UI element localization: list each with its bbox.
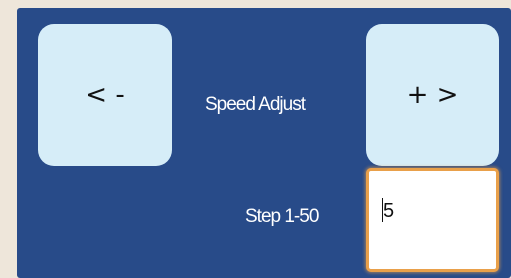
speed-control-panel: < - Speed Adjust + > Step 1-50 5 [17, 8, 511, 278]
step-input-value: 5 [383, 200, 395, 222]
increase-speed-button[interactable]: + > [366, 24, 499, 166]
speed-adjust-label: Speed Adjust [205, 94, 306, 115]
decrease-speed-button[interactable]: < - [38, 24, 172, 166]
step-range-label: Step 1-50 [245, 206, 319, 227]
step-input[interactable]: 5 [366, 168, 499, 272]
